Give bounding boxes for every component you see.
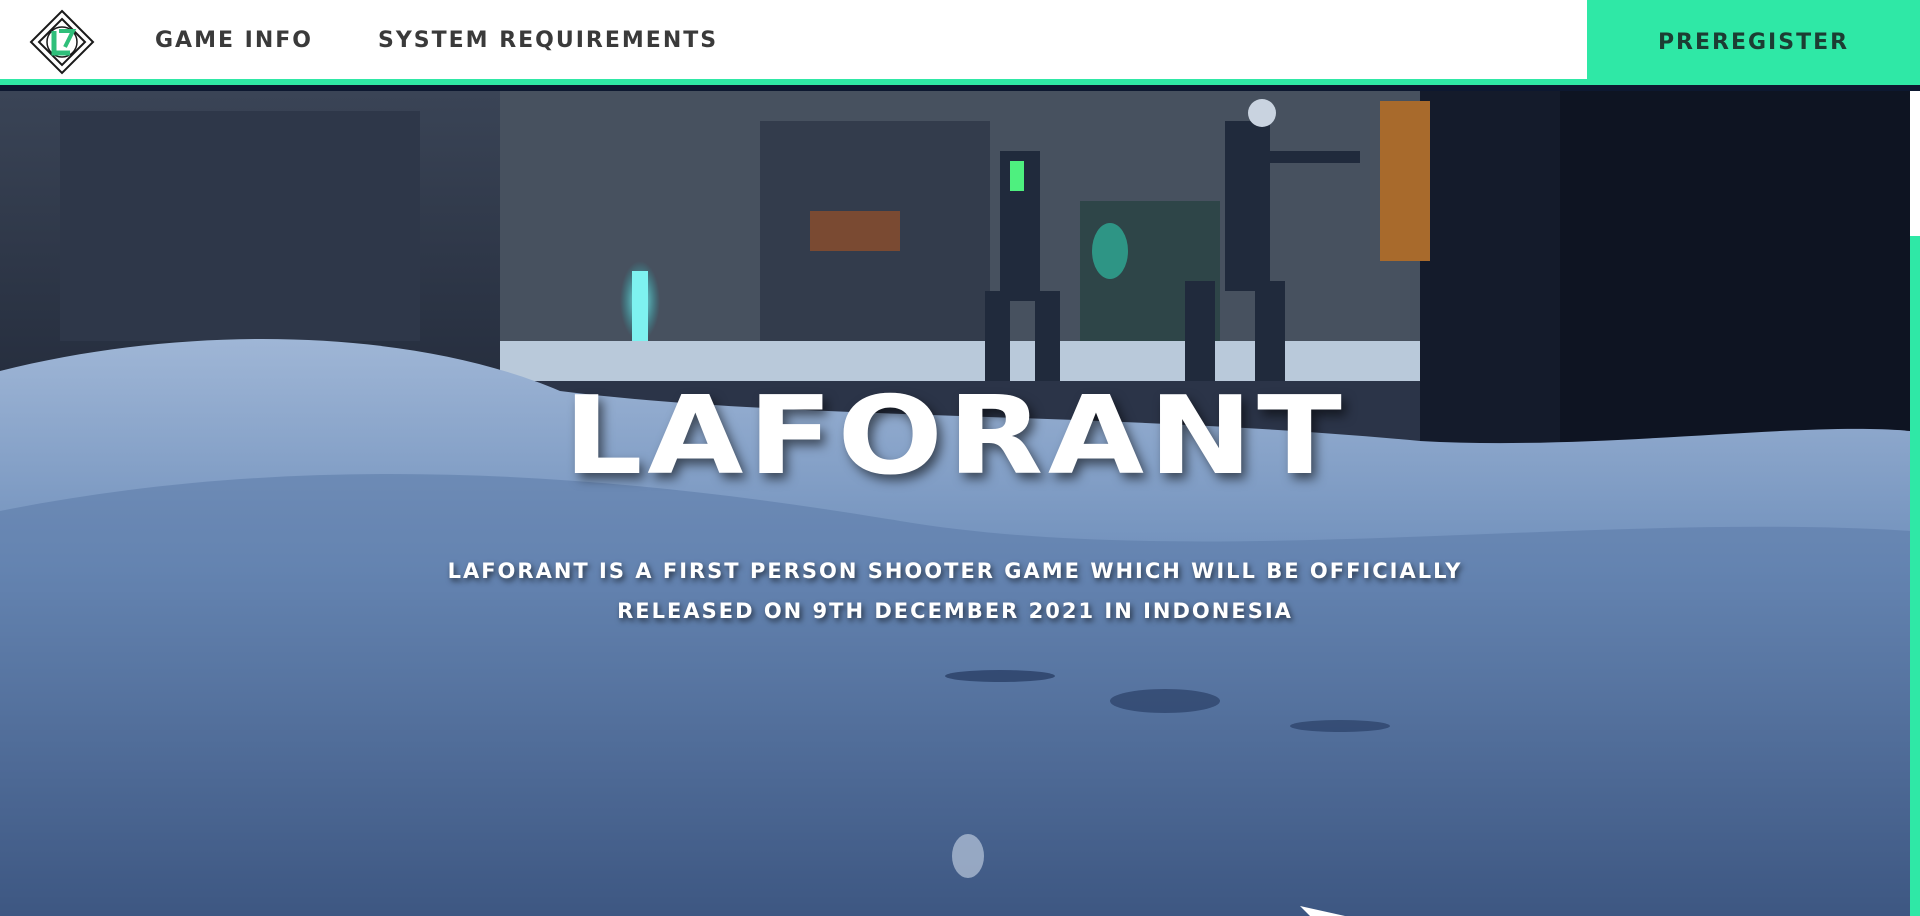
hero-section: LAFORANT LAFORANT IS A FIRST PERSON SHOO…: [0, 91, 1910, 916]
hero-description: LAFORANT IS A FIRST PERSON SHOOTER GAME …: [447, 559, 1463, 623]
top-navbar: GAME INFO SYSTEM REQUIREMENTS PREREGISTE…: [0, 0, 1920, 85]
preregister-label: PREREGISTER: [1657, 30, 1850, 55]
laforant-logo-icon[interactable]: [29, 9, 95, 75]
hero-background-scene: [0, 91, 1910, 916]
page-scrollbar[interactable]: [1910, 91, 1920, 916]
hero-title: LAFORANT: [563, 374, 1347, 499]
nav-link-game-info[interactable]: GAME INFO: [155, 28, 313, 53]
nav-link-system-requirements[interactable]: SYSTEM REQUIREMENTS: [378, 28, 718, 53]
scrollbar-thumb[interactable]: [1910, 236, 1920, 916]
preregister-button[interactable]: PREREGISTER: [1587, 0, 1920, 85]
